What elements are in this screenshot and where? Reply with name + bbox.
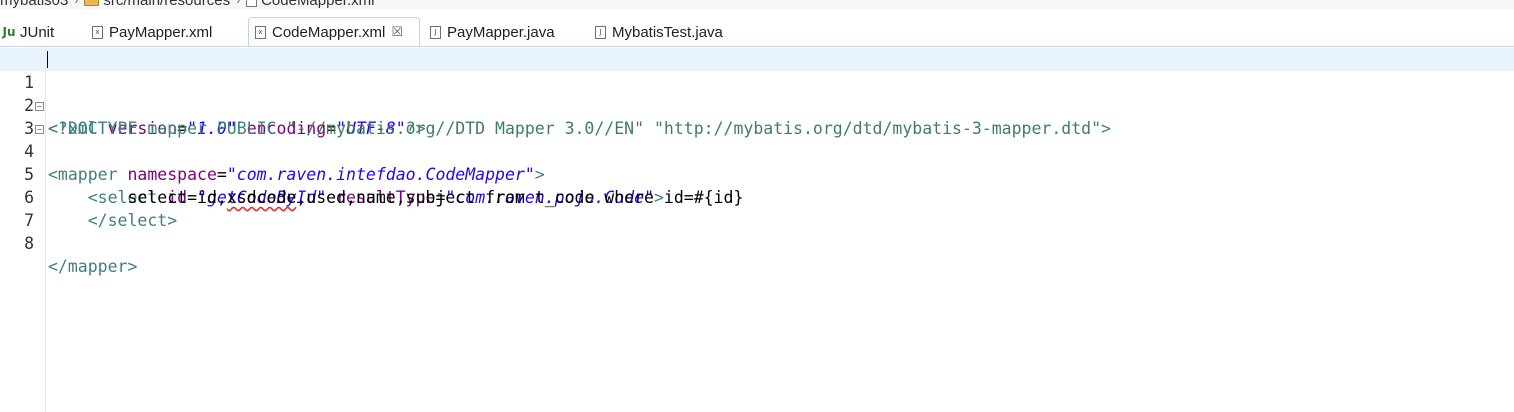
tab-junit[interactable]: Ju JUnit: [2, 18, 54, 46]
junit-icon: Ju: [2, 24, 16, 39]
xml-file-icon: [246, 0, 258, 7]
line-content: </mapper>: [48, 257, 138, 276]
collapse-fold-icon[interactable]: −: [35, 125, 44, 134]
tab-paymapper-xml[interactable]: x PayMapper.xml: [92, 18, 212, 46]
tab-label: PayMapper.java: [447, 23, 555, 41]
xml-file-icon: x: [92, 25, 103, 39]
code-line[interactable]: 2 <!DOCTYPE mapper PUBLIC "-//mybatis.or…: [0, 71, 1514, 138]
breadcrumb: mybatis03 › src/main/resources › CodeMap…: [0, 0, 1514, 9]
tab-label: PayMapper.xml: [109, 23, 213, 41]
code-line[interactable]: 4 − <select id="getCodeById" resultType=…: [0, 117, 1514, 207]
breadcrumb-folder[interactable]: src/main/resources: [84, 0, 230, 9]
line-number: 8: [24, 234, 34, 253]
close-icon[interactable]: ☒: [391, 25, 403, 40]
breadcrumb-project-label: mybatis03: [0, 0, 69, 9]
text-caret: [47, 51, 48, 68]
xml-file-icon: x: [255, 25, 266, 39]
tab-label: CodeMapper.xml: [272, 23, 386, 41]
editor-tab-bar: Ju JUnit x PayMapper.xml x CodeMapper.xm…: [0, 17, 1514, 47]
tab-label: JUnit: [20, 23, 55, 41]
collapse-fold-icon[interactable]: −: [35, 102, 44, 111]
java-file-icon: J: [595, 25, 606, 39]
code-line[interactable]: 6 </select>: [0, 163, 1514, 230]
breadcrumb-folder-label: src/main/resources: [103, 0, 231, 9]
chevron-right-icon: ›: [236, 0, 241, 7]
java-file-icon: J: [430, 25, 441, 39]
code-line[interactable]: 7: [0, 186, 1514, 230]
folder-icon: [84, 0, 100, 6]
tab-paymapper-java[interactable]: J PayMapper.java: [430, 18, 555, 46]
breadcrumb-project[interactable]: mybatis03: [0, 0, 68, 9]
tab-label: MybatisTest.java: [612, 23, 723, 41]
code-line[interactable]: 8 </mapper>: [0, 209, 1514, 276]
breadcrumb-file[interactable]: CodeMapper.xml: [246, 0, 374, 9]
tab-mybatistest-java[interactable]: J MybatisTest.java: [595, 18, 723, 46]
code-line[interactable]: 5 select id,xsdcode,used,name,subject fr…: [0, 140, 1514, 207]
code-editor[interactable]: 1 <?xml version="1.0" encoding="UTF-8"?>…: [0, 47, 1514, 412]
code-line[interactable]: 1 <?xml version="1.0" encoding="UTF-8"?>: [0, 48, 1514, 138]
code-line[interactable]: 3 − <mapper namespace="com.raven.intefda…: [0, 94, 1514, 184]
chevron-right-icon: ›: [74, 0, 79, 7]
tab-codemapper-xml[interactable]: x CodeMapper.xml ☒: [248, 17, 420, 46]
breadcrumb-file-label: CodeMapper.xml: [261, 0, 375, 9]
